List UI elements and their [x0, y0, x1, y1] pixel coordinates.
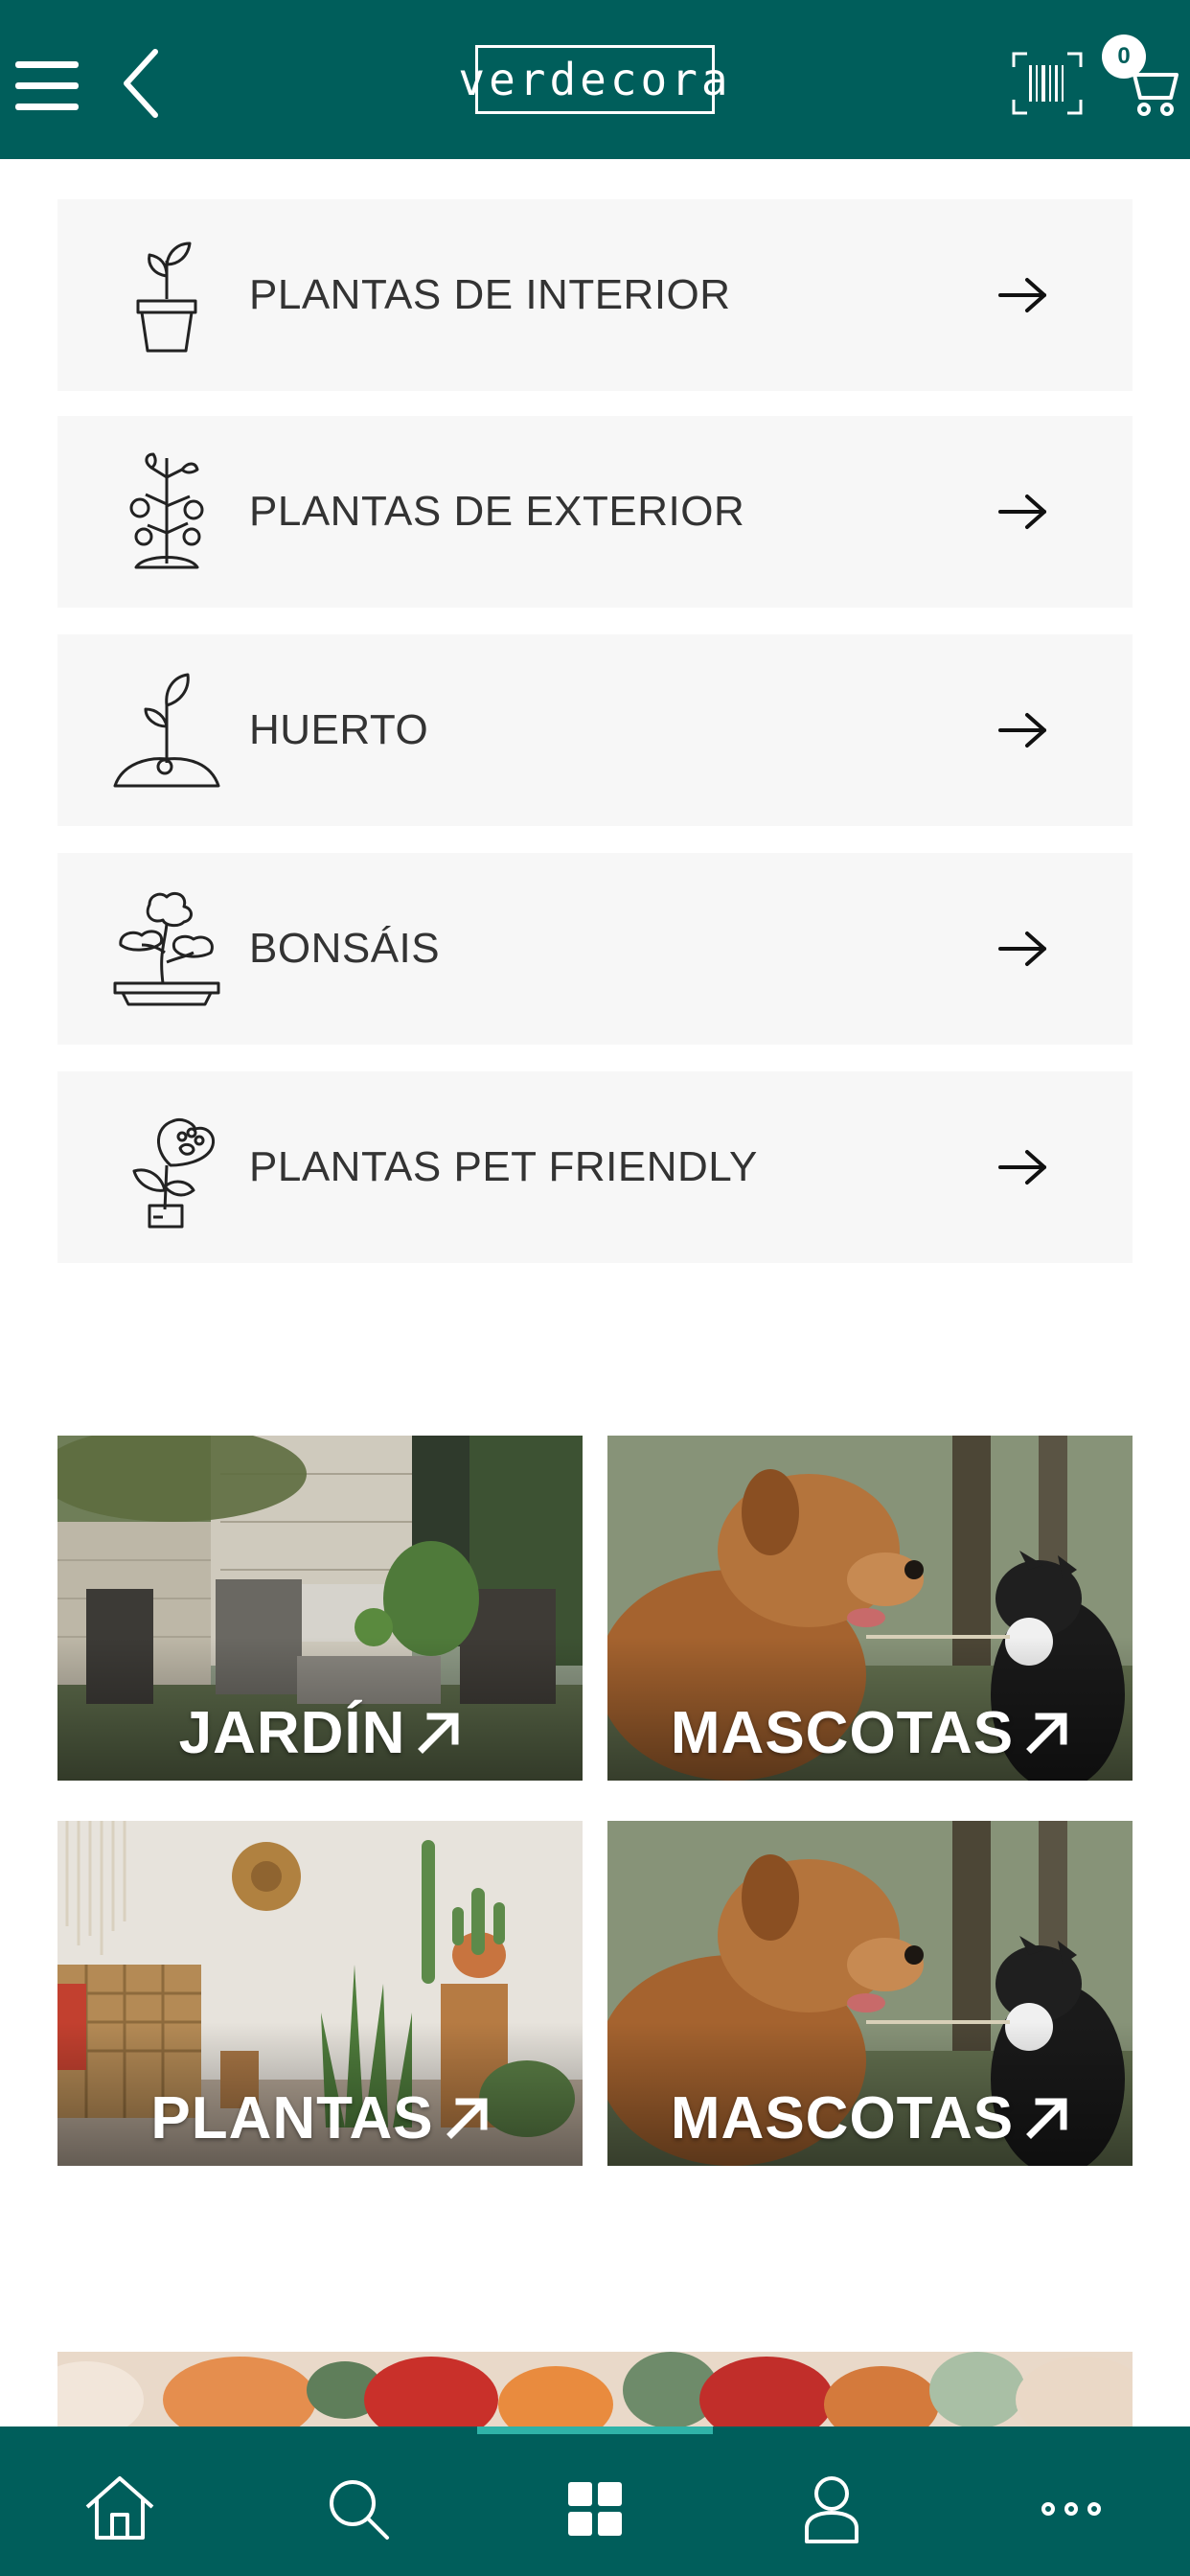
category-item-bonsais[interactable]: BONSÁIS: [57, 853, 1133, 1045]
tile-label: PLANTAS: [150, 2084, 434, 2151]
category-label: HUERTO: [249, 706, 429, 753]
fruit-tree-icon: [129, 452, 204, 569]
active-tab-indicator: [477, 2426, 713, 2434]
search-icon[interactable]: [320, 2471, 397, 2547]
bonsai-icon: [113, 891, 220, 1006]
category-label: PLANTAS DE EXTERIOR: [249, 488, 745, 535]
home-icon[interactable]: [81, 2471, 158, 2547]
promo-banner[interactable]: [57, 2352, 1133, 2428]
arrow-up-right-icon: [446, 2098, 488, 2139]
arrow-right-icon: [998, 278, 1046, 312]
pet-friendly-plant-icon: [132, 1117, 216, 1229]
cart-count-badge: 0: [1102, 34, 1146, 79]
tile-caption: JARDÍN: [57, 1692, 583, 1773]
tile-mascotas[interactable]: MASCOTAS: [607, 1436, 1133, 1781]
category-item-plantas-interior[interactable]: PLANTAS DE INTERIOR: [57, 199, 1133, 391]
more-icon[interactable]: [1033, 2471, 1110, 2547]
sprout-icon: [113, 673, 220, 788]
category-item-huerto[interactable]: HUERTO: [57, 634, 1133, 826]
tile-label: JARDÍN: [178, 1699, 406, 1766]
potted-plant-icon: [136, 242, 197, 353]
flowers-image: [57, 2352, 1133, 2428]
app-header: verdecora 0: [0, 0, 1190, 159]
categories-grid-icon[interactable]: [557, 2471, 633, 2547]
arrow-up-right-icon: [1026, 1713, 1067, 1754]
arrow-up-right-icon: [1026, 2098, 1067, 2139]
tile-caption: MASCOTAS: [607, 1692, 1133, 1773]
category-item-pet-friendly[interactable]: PLANTAS PET FRIENDLY: [57, 1071, 1133, 1263]
arrow-up-right-icon: [418, 1713, 459, 1754]
tile-label: MASCOTAS: [670, 1699, 1015, 1766]
menu-icon[interactable]: [15, 61, 80, 111]
category-label: PLANTAS PET FRIENDLY: [249, 1143, 758, 1190]
tile-plantas[interactable]: PLANTAS: [57, 1821, 583, 2166]
tile-jardin[interactable]: JARDÍN: [57, 1436, 583, 1781]
arrow-right-icon: [998, 713, 1046, 748]
profile-icon[interactable]: [793, 2471, 870, 2547]
barcode-scanner-icon[interactable]: [1012, 52, 1083, 115]
tile-caption: PLANTAS: [57, 2078, 583, 2158]
tile-mascotas-2[interactable]: MASCOTAS: [607, 1821, 1133, 2166]
tile-caption: MASCOTAS: [607, 2078, 1133, 2158]
arrow-right-icon: [998, 494, 1046, 529]
category-label: PLANTAS DE INTERIOR: [249, 271, 731, 318]
arrow-right-icon: [998, 932, 1046, 966]
tile-label: MASCOTAS: [670, 2084, 1015, 2151]
category-item-plantas-exterior[interactable]: PLANTAS DE EXTERIOR: [57, 416, 1133, 608]
category-label: BONSÁIS: [249, 925, 441, 972]
back-arrow-icon[interactable]: [115, 46, 169, 121]
arrow-right-icon: [998, 1150, 1046, 1184]
verdecora-logo[interactable]: verdecora: [458, 45, 728, 114]
